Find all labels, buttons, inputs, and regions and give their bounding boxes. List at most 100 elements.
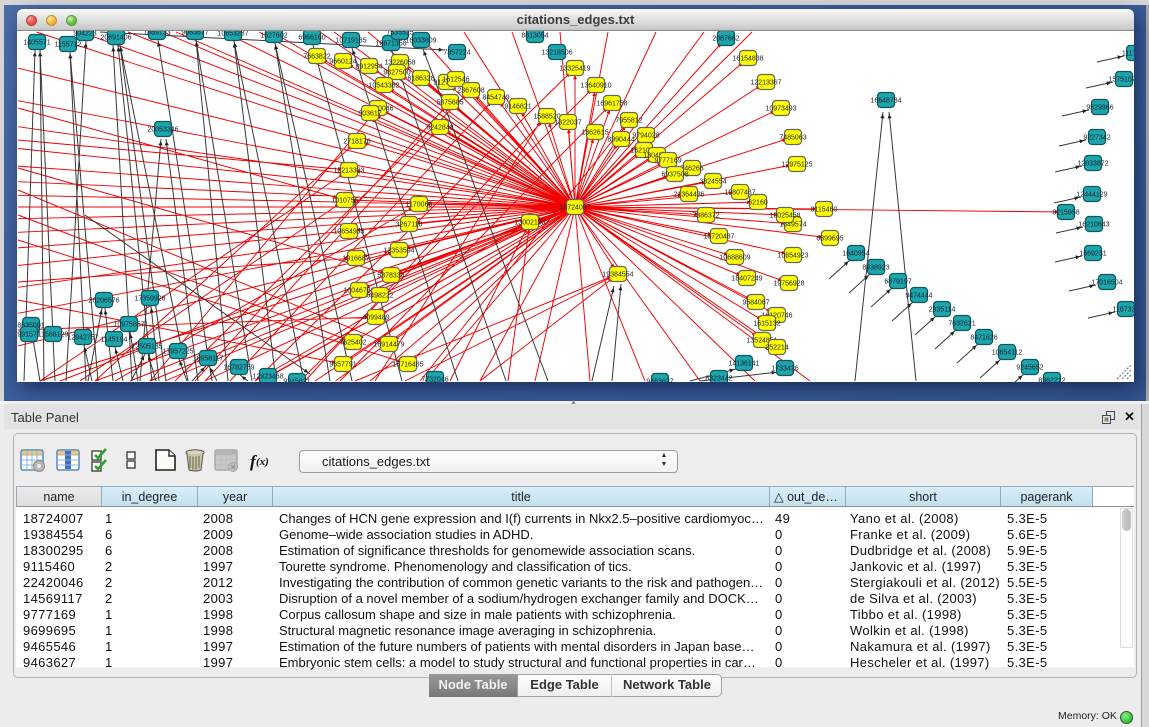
- svg-text:10543382: 10543382: [368, 83, 399, 90]
- svg-text:8471626: 8471626: [970, 335, 997, 342]
- svg-text:2718176: 2718176: [343, 139, 370, 146]
- svg-text:13002193: 13002193: [514, 220, 545, 227]
- svg-text:12033872: 12033872: [1077, 161, 1108, 168]
- svg-text:1362615: 1362615: [581, 130, 608, 137]
- svg-text:1155712: 1155712: [55, 42, 82, 49]
- svg-text:1640954: 1640954: [842, 251, 869, 258]
- svg-text:7625402: 7625402: [339, 340, 366, 347]
- svg-text:10688609: 10688609: [719, 255, 750, 262]
- svg-text:3267110: 3267110: [396, 222, 423, 229]
- svg-text:9146821: 9146821: [504, 104, 531, 111]
- svg-text:15716485: 15716485: [392, 362, 423, 369]
- svg-text:19756928: 19756928: [773, 281, 804, 288]
- svg-text:9657791: 9657791: [329, 362, 356, 369]
- svg-text:16782759: 16782759: [223, 365, 254, 372]
- svg-text:16671358: 16671358: [375, 41, 406, 48]
- svg-text:1145194: 1145194: [101, 337, 128, 344]
- svg-text:6879197: 6879197: [884, 279, 911, 286]
- svg-text:8813054: 8813054: [521, 33, 548, 40]
- svg-text:12975125: 12975125: [781, 162, 812, 169]
- svg-text:12213383: 12213383: [333, 168, 364, 175]
- svg-text:18407249: 18407249: [731, 276, 762, 283]
- svg-text:1170066: 1170066: [406, 202, 433, 209]
- svg-text:16961758: 16961758: [596, 101, 627, 108]
- svg-text:8912954: 8912954: [355, 64, 382, 71]
- svg-text:5878334: 5878334: [377, 273, 404, 280]
- svg-text:17359928: 17359928: [134, 296, 165, 303]
- svg-text:9242848: 9242848: [426, 125, 453, 132]
- svg-text:11568129: 11568129: [38, 332, 69, 339]
- svg-text:20691406: 20691406: [100, 35, 131, 42]
- svg-text:6966160: 6966160: [298, 35, 325, 42]
- svg-text:10975857: 10975857: [113, 322, 144, 329]
- svg-text:9474444: 9474444: [905, 293, 932, 300]
- svg-text:8323442: 8323442: [705, 376, 732, 383]
- svg-text:16154838: 16154838: [732, 56, 763, 63]
- svg-text:12505135: 12505135: [131, 344, 162, 351]
- svg-text:1733426: 1733426: [771, 366, 798, 373]
- svg-text:9777169: 9777169: [654, 158, 681, 165]
- svg-text:9115460: 9115460: [811, 207, 838, 214]
- svg-text:1916687: 1916687: [342, 256, 369, 263]
- svg-text:10653287: 10653287: [217, 31, 248, 38]
- svg-text:5875685: 5875685: [436, 100, 463, 107]
- svg-text:9245652: 9245652: [1016, 365, 1043, 372]
- svg-text:7955812: 7955812: [615, 118, 642, 125]
- svg-text:2087662: 2087662: [712, 36, 739, 43]
- svg-text:1167334: 1167334: [1113, 307, 1134, 314]
- svg-text:(x): (x): [256, 456, 269, 468]
- svg-text:3824554: 3824554: [699, 179, 726, 186]
- svg-text:10973493: 10973493: [765, 106, 796, 113]
- svg-text:20053346: 20053346: [147, 127, 178, 134]
- svg-text:10719185: 10719185: [335, 38, 366, 45]
- svg-text:13325419: 13325419: [559, 66, 590, 73]
- svg-text:9794028: 9794028: [632, 133, 659, 140]
- svg-text:10654112: 10654112: [992, 350, 1023, 357]
- svg-text:2367608: 2367608: [457, 88, 484, 95]
- svg-text:19384554: 19384554: [602, 272, 633, 279]
- svg-text:21364436: 21364436: [673, 192, 704, 199]
- svg-text:8938923: 8938923: [862, 265, 889, 272]
- svg-text:1569231: 1569231: [1079, 251, 1106, 258]
- svg-text:7535525: 7535525: [386, 31, 413, 37]
- svg-text:16914479: 16914479: [373, 342, 404, 349]
- svg-text:1117295: 1117295: [1122, 51, 1134, 58]
- svg-text:10025458: 10025458: [769, 213, 800, 220]
- svg-text:12213367: 12213367: [750, 80, 781, 87]
- svg-text:1615132: 1615132: [753, 321, 780, 328]
- svg-text:17957225: 17957225: [162, 349, 193, 356]
- svg-text:16648784: 16648784: [870, 98, 901, 105]
- svg-text:8990444: 8990444: [607, 137, 634, 144]
- svg-text:16033809: 16033809: [405, 38, 436, 45]
- svg-text:15751074: 15751074: [1108, 77, 1134, 84]
- svg-text:903617: 903617: [358, 111, 381, 118]
- svg-text:8186328: 8186328: [407, 76, 434, 83]
- svg-text:17016504: 17016504: [1091, 280, 1122, 287]
- svg-text:6937508: 6937508: [661, 172, 688, 179]
- svg-text:7386372: 7386372: [692, 213, 719, 220]
- svg-text:1322037: 1322037: [554, 120, 581, 127]
- svg-text:9063677: 9063677: [181, 31, 208, 37]
- svg-text:1527602: 1527602: [260, 33, 287, 40]
- svg-text:12923468: 12923468: [252, 374, 283, 381]
- svg-text:7732046: 7732046: [421, 377, 448, 383]
- svg-text:16210643: 16210643: [1078, 222, 1109, 229]
- svg-text:12942757: 12942757: [67, 335, 98, 342]
- svg-text:7357224: 7357224: [443, 50, 470, 57]
- svg-text:1010755: 1010755: [331, 198, 358, 205]
- svg-text:10654935: 10654935: [333, 229, 364, 236]
- svg-text:13640910: 13640910: [580, 83, 611, 90]
- svg-text:9227342: 9227342: [1083, 135, 1110, 142]
- svg-text:7663822: 7663822: [303, 54, 330, 61]
- svg-text:12353594: 12353594: [383, 248, 414, 255]
- svg-text:7632621: 7632621: [948, 321, 975, 328]
- svg-text:62160: 62160: [748, 200, 768, 207]
- svg-text:15720487: 15720487: [703, 234, 734, 241]
- svg-text:1869133: 1869133: [143, 31, 170, 37]
- svg-text:904223: 904223: [73, 31, 96, 38]
- svg-text:10958117: 10958117: [193, 356, 224, 363]
- svg-text:14136141: 14136141: [728, 361, 759, 368]
- svg-text:13218506: 13218506: [541, 50, 572, 57]
- svg-text:2935114: 2935114: [929, 307, 956, 314]
- svg-text:9463627: 9463627: [646, 379, 673, 383]
